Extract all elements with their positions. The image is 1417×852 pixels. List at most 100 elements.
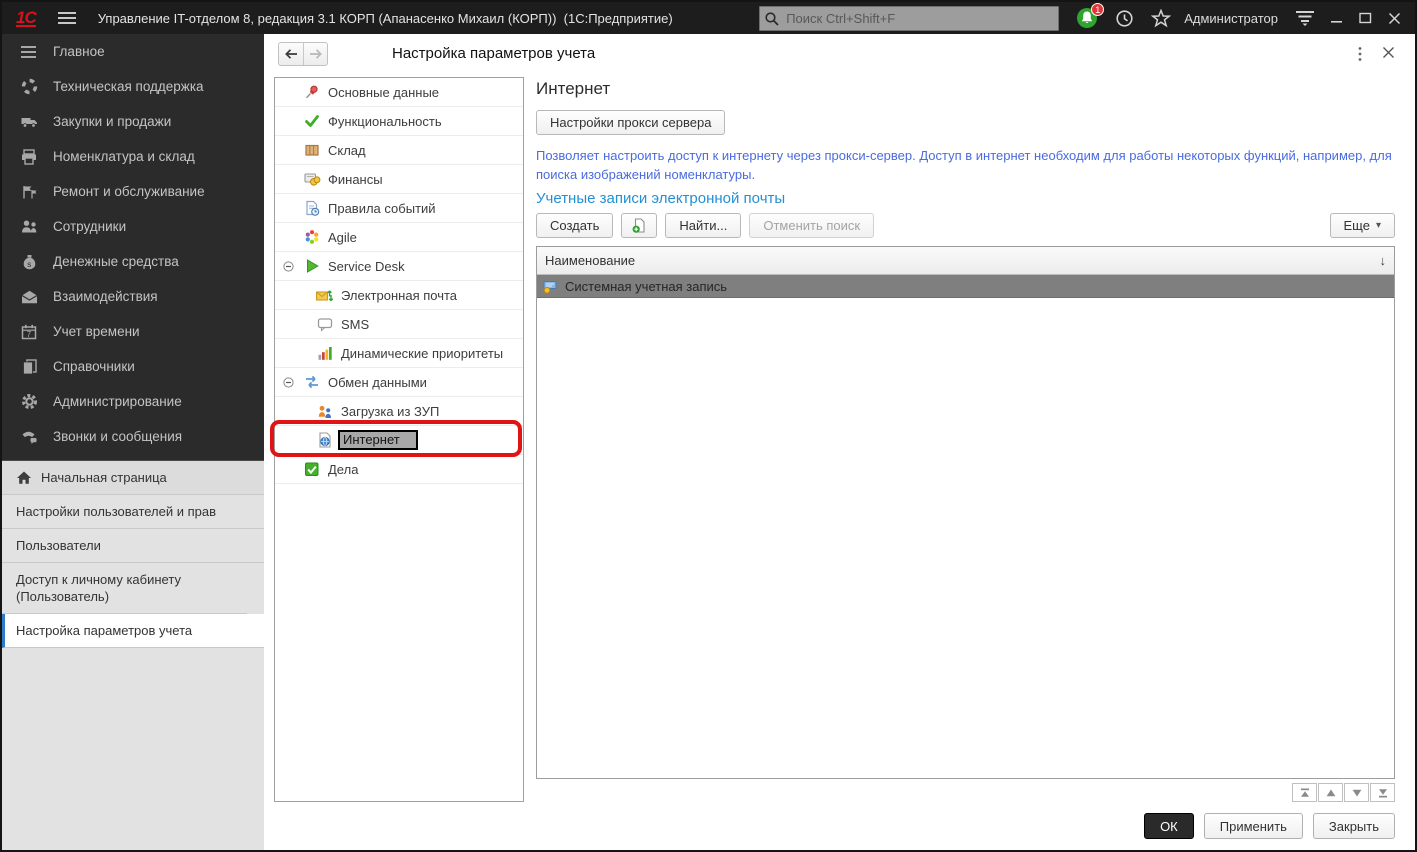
panel-options-icon[interactable]: [1295, 10, 1315, 26]
application-window: 1С Управление IT-отделом 8, редакция 3.1…: [0, 0, 1417, 852]
tree-item-osnovnye-dannye[interactable]: Основные данные: [275, 78, 523, 107]
sidebar-item-uchet-vremeni[interactable]: 7 Учет времени: [2, 314, 264, 349]
copy-new-icon-button[interactable]: [621, 213, 657, 238]
email-account-icon: [543, 279, 558, 294]
ok-button[interactable]: ОК: [1144, 813, 1194, 839]
sidebar-item-personal-cabinet[interactable]: Доступ к личному кабинету (Пользователь): [2, 563, 247, 614]
email-accounts-toolbar: Создать Найти... Отменить поиск Еще▾: [536, 213, 1395, 238]
current-user[interactable]: Администратор: [1184, 11, 1278, 26]
sidebar-item-user-rights[interactable]: Настройки пользователей и прав: [2, 495, 264, 529]
close-window-button[interactable]: [1388, 12, 1401, 25]
search-input[interactable]: [759, 6, 1059, 31]
maximize-button[interactable]: [1359, 12, 1372, 24]
sidebar-item-nomenklatura[interactable]: Номенклатура и склад: [2, 139, 264, 174]
sidebar-item-remont[interactable]: Ремонт и обслуживание: [2, 174, 264, 209]
sidebar-item-zvonki[interactable]: Звонки и сообщения: [2, 419, 264, 454]
data-exchange-icon: [303, 374, 321, 391]
svg-text:s: s: [27, 259, 31, 268]
section-heading: Интернет: [536, 79, 1395, 99]
search-icon: [764, 11, 780, 27]
bar-chart-icon: [316, 345, 334, 362]
back-button[interactable]: [279, 43, 303, 65]
people-icon: [20, 218, 38, 235]
settings-tree: Основные данные Функциональность Склад Ф…: [274, 77, 524, 802]
gear-icon: [20, 393, 38, 410]
sidebar-item-glavnoe[interactable]: Главное: [2, 34, 264, 69]
tree-item-funkcionalnost[interactable]: Функциональность: [275, 107, 523, 136]
tree-item-finansy[interactable]: Финансы: [275, 165, 523, 194]
main-menu-icon[interactable]: [58, 9, 76, 27]
history-icon[interactable]: [1115, 9, 1134, 28]
more-menu-icon[interactable]: [1357, 46, 1363, 67]
sidebar-item-tekh-podderzhka[interactable]: Техническая поддержка: [2, 69, 264, 104]
sidebar-item-vzaimodeystviya[interactable]: Взаимодействия: [2, 279, 264, 314]
money-bag-icon: s: [20, 253, 38, 270]
collapse-icon[interactable]: [283, 261, 294, 272]
favorites-star-icon[interactable]: [1151, 9, 1171, 28]
tree-item-elektronnaya-pochta[interactable]: Электронная почта: [275, 281, 523, 310]
sidebar-item-sotrudniki[interactable]: Сотрудники: [2, 209, 264, 244]
sidebar-item-accounting-settings[interactable]: Настройка параметров учета: [2, 614, 264, 648]
close-button[interactable]: Закрыть: [1313, 813, 1395, 839]
notification-badge: 1: [1091, 3, 1104, 16]
sidebar-item-zakupki[interactable]: Закупки и продажи: [2, 104, 264, 139]
close-form-icon[interactable]: [1382, 46, 1395, 64]
event-rules-icon: [303, 200, 321, 217]
sidebar-item-administrirovanie[interactable]: Администрирование: [2, 384, 264, 419]
row-navigation-buttons: [1292, 783, 1395, 802]
table-header-name[interactable]: Наименование ↓: [537, 247, 1394, 275]
sidebar-bottom-section: Начальная страница Настройки пользовател…: [2, 460, 264, 850]
tree-item-obmen-dannymi[interactable]: Обмен данными: [275, 368, 523, 397]
forward-button[interactable]: [303, 43, 327, 65]
tree-item-agile[interactable]: Agile: [275, 223, 523, 252]
sidebar: Главное Техническая поддержка Закупки и …: [2, 34, 264, 850]
tree-item-dinamicheskie-prioritety[interactable]: Динамические приоритеты: [275, 339, 523, 368]
notifications-bell-icon[interactable]: 1: [1076, 7, 1098, 29]
tree-item-sklad[interactable]: Склад: [275, 136, 523, 165]
go-down-button[interactable]: [1344, 783, 1369, 802]
go-last-button[interactable]: [1370, 783, 1395, 802]
find-button[interactable]: Найти...: [665, 213, 741, 238]
create-button[interactable]: Создать: [536, 213, 613, 238]
flags-icon: [20, 183, 38, 200]
truck-icon: [20, 113, 38, 130]
tree-item-service-desk[interactable]: Service Desk: [275, 252, 523, 281]
play-icon: [303, 258, 321, 275]
tree-item-sms[interactable]: SMS: [275, 310, 523, 339]
agile-wheel-icon: [303, 229, 321, 246]
table-row-system-account[interactable]: Системная учетная запись: [537, 275, 1394, 298]
search-box: [759, 6, 1059, 31]
sidebar-item-users[interactable]: Пользователи: [2, 529, 264, 563]
go-first-button[interactable]: [1292, 783, 1317, 802]
sort-descending-icon: ↓: [1380, 253, 1387, 268]
1c-logo: 1С: [16, 10, 36, 27]
cancel-search-button[interactable]: Отменить поиск: [749, 213, 874, 238]
tree-item-dela[interactable]: Дела: [275, 455, 523, 484]
tree-item-internet[interactable]: Интернет: [275, 426, 523, 455]
envelope-icon: [20, 288, 38, 305]
more-button[interactable]: Еще▾: [1330, 213, 1395, 238]
sidebar-item-spravochniki[interactable]: Справочники: [2, 349, 264, 384]
internet-doc-icon: [316, 432, 334, 449]
dialog-footer: ОК Применить Закрыть: [1144, 813, 1395, 839]
checkmark-icon: [303, 113, 321, 130]
collapse-icon[interactable]: [283, 377, 294, 388]
go-up-button[interactable]: [1318, 783, 1343, 802]
sidebar-item-home[interactable]: Начальная страница: [2, 461, 264, 495]
proxy-settings-button[interactable]: Настройки прокси сервера: [536, 110, 725, 135]
calendar-icon: 7: [20, 323, 38, 340]
tree-item-pravila-sobytiy[interactable]: Правила событий: [275, 194, 523, 223]
tasks-icon: [303, 461, 321, 478]
apply-button[interactable]: Применить: [1204, 813, 1303, 839]
page-title: Настройка параметров учета: [392, 45, 595, 62]
section-description: Позволяет настроить доступ к интернету ч…: [536, 146, 1395, 184]
minimize-button[interactable]: [1331, 12, 1343, 24]
history-nav: [278, 42, 328, 66]
title-bar: 1С Управление IT-отделом 8, редакция 3.1…: [2, 2, 1415, 34]
email-accounts-table: Наименование ↓ Системная учетная запись: [536, 246, 1395, 779]
sidebar-item-denezhnye[interactable]: s Денежные средства: [2, 244, 264, 279]
content-area: Настройка параметров учета Основные данн…: [264, 34, 1415, 850]
tree-item-zagruzka-iz-zup[interactable]: Загрузка из ЗУП: [275, 397, 523, 426]
email-sync-icon: [316, 287, 334, 304]
import-people-icon: [316, 403, 334, 420]
